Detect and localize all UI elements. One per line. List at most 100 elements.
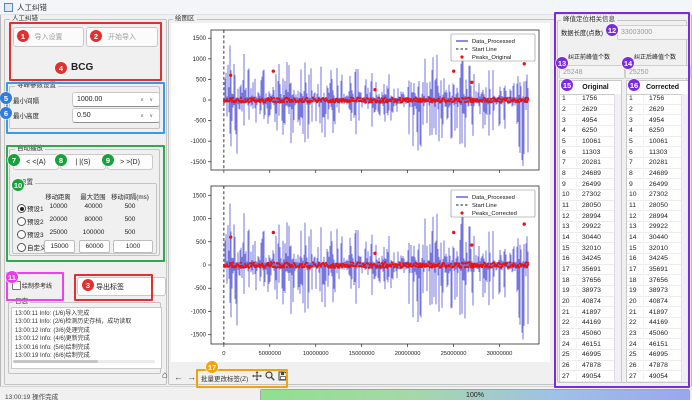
table-row[interactable]: 1329922 xyxy=(560,222,615,233)
svg-text:0: 0 xyxy=(222,351,225,357)
table-row[interactable]: 1128050 xyxy=(560,201,615,212)
svg-text:-1500: -1500 xyxy=(191,333,207,339)
log-scrollbar-thumb[interactable] xyxy=(13,360,98,363)
table-row[interactable]: 926499 xyxy=(560,179,615,190)
table-row[interactable]: 611303 xyxy=(627,147,682,158)
table-row[interactable]: 2546995 xyxy=(560,350,615,361)
corrected-table-scrollbar[interactable] xyxy=(681,94,688,382)
preset3-radio[interactable] xyxy=(17,230,26,239)
zoom-icon[interactable] xyxy=(265,371,275,381)
preset1-radio[interactable] xyxy=(17,204,26,213)
custom-range-input[interactable]: 60000 xyxy=(79,240,110,253)
table-row[interactable]: 1430440 xyxy=(560,233,615,244)
table-row[interactable]: 720281 xyxy=(560,158,615,169)
peak-params-title: 寻峰参数设置 xyxy=(15,82,58,89)
table-row[interactable]: 2446151 xyxy=(627,339,682,350)
original-table-scrollbar[interactable] xyxy=(614,94,621,382)
table-row[interactable]: 1228994 xyxy=(560,211,615,222)
app-window: 人工纠错 人工纠错 导入设置 开始导入 BCG 寻峰参数设置 最小间隔 1000… xyxy=(0,0,692,400)
table-row[interactable]: 824689 xyxy=(627,169,682,180)
min-height-value: 0.50 xyxy=(77,112,91,119)
table-row[interactable]: 1938973 xyxy=(560,286,615,297)
table-row[interactable]: 720281 xyxy=(627,158,682,169)
table-row[interactable]: 1128050 xyxy=(627,201,682,212)
custom-interval-input[interactable]: 1000 xyxy=(113,240,153,253)
table-row[interactable]: 510061 xyxy=(627,137,682,148)
table-row[interactable]: 824689 xyxy=(560,169,615,180)
table-row[interactable]: 2141897 xyxy=(627,307,682,318)
table-row[interactable]: 46250 xyxy=(627,126,682,137)
table-row[interactable]: 46250 xyxy=(560,126,615,137)
table-row[interactable]: 34954 xyxy=(560,115,615,126)
preset2-range: 80000 xyxy=(79,216,108,223)
svg-text:-500: -500 xyxy=(194,119,207,125)
statusbar: 13:00:19 操作完成 100% xyxy=(0,386,692,400)
annotation-circle-7: 7 xyxy=(8,154,20,166)
table-row[interactable]: 2446151 xyxy=(560,339,615,350)
signal-charts[interactable]: 150010005000-500-1000-1500Data_Processed… xyxy=(171,23,550,362)
peaks-after-label: 纠正后峰值个数 xyxy=(634,52,676,61)
table-row[interactable]: 2647878 xyxy=(627,361,682,372)
table-row[interactable]: 2244169 xyxy=(627,318,682,329)
batch-edit-labels-button[interactable]: 批量更改标签(Z) xyxy=(201,373,248,383)
table-row[interactable]: 2141897 xyxy=(560,307,615,318)
table-row[interactable]: 1634245 xyxy=(560,254,615,265)
pause-button[interactable]: | |(S) xyxy=(60,154,106,170)
step-back-button[interactable]: < <(A) xyxy=(13,154,59,170)
table-row[interactable]: 1329922 xyxy=(627,222,682,233)
table-row[interactable]: 1430440 xyxy=(627,233,682,244)
forward-icon[interactable]: → xyxy=(187,372,196,382)
table-row[interactable]: 34954 xyxy=(627,115,682,126)
table-row[interactable]: 611303 xyxy=(560,147,615,158)
home-icon[interactable]: ⌂ xyxy=(162,371,168,381)
pan-icon[interactable] xyxy=(252,371,262,381)
table-row[interactable]: 1735691 xyxy=(627,265,682,276)
back-icon[interactable]: ← xyxy=(174,372,183,382)
custom-distance-input[interactable]: 15000 xyxy=(44,240,75,253)
table-row[interactable]: 22629 xyxy=(627,105,682,116)
min-interval-label: 最小间隔 xyxy=(13,95,39,105)
table-row[interactable]: 2040874 xyxy=(627,297,682,308)
table-row[interactable]: 2647878 xyxy=(560,361,615,372)
spinner-arrows-icon[interactable]: ∧ ∨ xyxy=(140,113,155,119)
table-row[interactable]: 1532010 xyxy=(627,243,682,254)
table-row[interactable]: 2345060 xyxy=(560,329,615,340)
table-row[interactable]: 1735691 xyxy=(560,265,615,276)
table-row[interactable]: 2040874 xyxy=(560,297,615,308)
table-row[interactable]: 2749054 xyxy=(627,371,682,382)
table-row[interactable]: 926499 xyxy=(627,179,682,190)
table-row[interactable]: 1837656 xyxy=(627,275,682,286)
table-row[interactable]: 510061 xyxy=(560,137,615,148)
step-forward-button[interactable]: > >(D) xyxy=(107,154,153,170)
table-row[interactable]: 1027302 xyxy=(627,190,682,201)
table-row[interactable]: 1938973 xyxy=(627,286,682,297)
table-row[interactable]: 1228994 xyxy=(627,211,682,222)
save-icon[interactable] xyxy=(278,371,288,381)
min-interval-spinbox[interactable]: 1000.00 ∧ ∨ xyxy=(72,92,160,107)
log-title: 日志 xyxy=(13,298,30,305)
table-row[interactable]: 11756 xyxy=(627,94,682,105)
table-row[interactable]: 22629 xyxy=(560,105,615,116)
table-row[interactable]: 1532010 xyxy=(560,243,615,254)
table-row[interactable]: 2244169 xyxy=(560,318,615,329)
svg-text:1500: 1500 xyxy=(193,36,207,42)
svg-text:25000000: 25000000 xyxy=(441,351,467,357)
spinner-arrows-icon[interactable]: ∧ ∨ xyxy=(140,97,155,103)
log-line: 13:00:12 Info: (3/6)处理完成 xyxy=(15,327,161,335)
table-row[interactable]: 2749054 xyxy=(560,371,615,382)
table-row[interactable]: 2345060 xyxy=(627,329,682,340)
annotation-circle-16: 16 xyxy=(628,79,640,91)
min-height-spinbox[interactable]: 0.50 ∧ ∨ xyxy=(72,108,160,123)
table-row[interactable]: 2546995 xyxy=(627,350,682,361)
peaks-before-field: 25248 xyxy=(559,65,625,79)
annotation-circle-13: 13 xyxy=(556,57,568,69)
table-row[interactable]: 11756 xyxy=(560,94,615,105)
table-row[interactable]: 1634245 xyxy=(627,254,682,265)
table-row[interactable]: 1837656 xyxy=(560,275,615,286)
table-row[interactable]: 1027302 xyxy=(560,190,615,201)
svg-text:-1500: -1500 xyxy=(191,160,207,166)
preset1-distance: 10000 xyxy=(44,203,73,210)
custom-radio[interactable] xyxy=(17,243,26,252)
preset2-radio[interactable] xyxy=(17,217,26,226)
log-horizontal-scrollbar[interactable] xyxy=(13,360,155,363)
